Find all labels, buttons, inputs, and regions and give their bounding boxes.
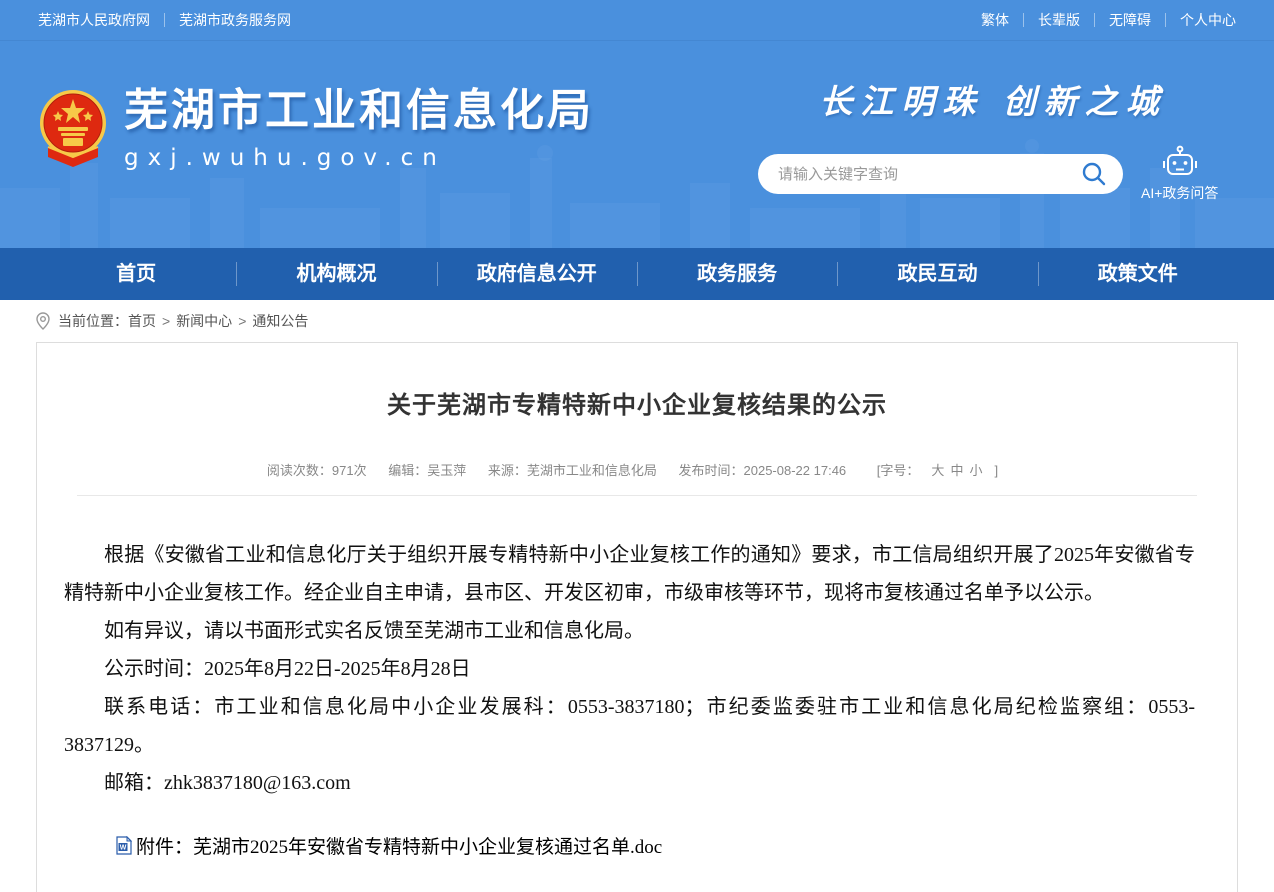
ai-qa-entry[interactable]: AI+政务问答 [1141,145,1218,203]
breadcrumb-news-center[interactable]: 新闻中心 [176,311,232,331]
attachment-label: 附件： [136,832,193,859]
search-row: AI+政务问答 [758,145,1228,203]
site-header: 芜湖市工业和信息化局 gxj.wuhu.gov.cn 长江明珠 创新之城 [0,40,1274,248]
article-panel: 关于芜湖市专精特新中小企业复核结果的公示 阅读次数：971次 编辑：吴玉萍 来源… [36,342,1238,892]
brand-text: 芜湖市工业和信息化局 gxj.wuhu.gov.cn [124,87,594,171]
meta-publish-time: 发布时间：2025-08-22 17:46 [679,463,847,478]
search-input[interactable] [778,166,1079,183]
meta-divider [77,495,1197,496]
site-name: 芜湖市工业和信息化局 [124,87,594,135]
attachment-file-link[interactable]: 芜湖市2025年安徽省专精特新中小企业复核通过名单.doc [193,832,662,859]
nav-item-gov-info-disclosure[interactable]: 政府信息公开 [437,248,637,300]
link-personal-center[interactable]: 个人中心 [1180,10,1236,30]
article-paragraph: 如有异议，请以书面形式实名反馈至芜湖市工业和信息化局。 [64,612,1195,650]
location-pin-icon [36,312,50,330]
divider [1023,13,1024,27]
site-domain: gxj.wuhu.gov.cn [124,145,594,171]
article-paragraph: 公示时间：2025年8月22日-2025年8月28日 [64,650,1195,688]
divider [1165,13,1166,27]
article-paragraph: 联系电话：市工业和信息化局中小企业发展科：0553-3837180；市纪委监委驻… [64,688,1195,764]
topbar-left-links: 芜湖市人民政府网 芜湖市政务服务网 [38,10,291,30]
font-size-small-button[interactable]: 小 [969,463,982,478]
link-elder-version[interactable]: 长辈版 [1038,10,1080,30]
search-icon [1081,161,1107,187]
font-size-large-button[interactable]: 大 [931,463,944,478]
city-slogan: 长江明珠 创新之城 [758,75,1228,123]
breadcrumb-separator: > [238,313,246,329]
nav-item-policy-documents[interactable]: 政策文件 [1038,248,1238,300]
nav-item-agency-overview[interactable]: 机构概况 [236,248,436,300]
divider [164,13,165,27]
font-size-medium-button[interactable]: 中 [950,463,963,478]
font-size-suffix: ] [994,463,998,478]
link-wuhu-service-site[interactable]: 芜湖市政务服务网 [179,10,291,30]
breadcrumb-separator: > [162,313,170,329]
breadcrumb-notices[interactable]: 通知公告 [252,311,308,331]
header-right: 长江明珠 创新之城 [758,75,1228,203]
link-traditional-chinese[interactable]: 繁体 [981,10,1009,30]
ai-qa-label: AI+政务问答 [1141,183,1218,203]
nav-item-home[interactable]: 首页 [36,248,236,300]
top-utility-bar: 芜湖市人民政府网 芜湖市政务服务网 繁体 长辈版 无障碍 个人中心 [0,0,1274,40]
link-wuhu-gov-site[interactable]: 芜湖市人民政府网 [38,10,150,30]
breadcrumb: 当前位置： 首页 > 新闻中心 > 通知公告 [0,300,1274,342]
meta-source: 来源：芜湖市工业和信息化局 [488,463,657,478]
topbar-right-links: 繁体 长辈版 无障碍 个人中心 [981,10,1236,30]
article-paragraph: 邮箱：zhk3837180@163.com [64,764,1195,802]
nav-item-public-interaction[interactable]: 政民互动 [837,248,1037,300]
link-accessibility[interactable]: 无障碍 [1109,10,1151,30]
font-size-prefix: [字号： [877,463,920,478]
article-title: 关于芜湖市专精特新中小企业复核结果的公示 [37,385,1237,420]
search-button[interactable] [1079,159,1109,189]
article-paragraph: 根据《安徽省工业和信息化厅关于组织开展专精特新中小企业复核工作的通知》要求，市工… [64,536,1195,612]
site-search[interactable] [758,154,1123,194]
robot-icon [1160,145,1200,179]
nav-item-gov-services[interactable]: 政务服务 [637,248,837,300]
site-brand[interactable]: 芜湖市工业和信息化局 gxj.wuhu.gov.cn [38,87,594,171]
meta-views: 阅读次数：971次 [267,463,367,478]
main-nav: 首页 机构概况 政府信息公开 政务服务 政民互动 政策文件 [0,248,1274,300]
attachment-row: W 附件： 芜湖市2025年安徽省专精特新中小企业复核通过名单.doc [64,832,1195,859]
meta-font-size-control: [字号： 大中小] [868,463,1007,478]
article-body: 根据《安徽省工业和信息化厅关于组织开展专精特新中小企业复核工作的通知》要求，市工… [64,536,1195,802]
national-emblem-icon [38,87,108,167]
meta-editor: 编辑：吴玉萍 [388,463,466,478]
breadcrumb-prefix: 当前位置： [58,311,128,331]
breadcrumb-home[interactable]: 首页 [128,311,156,331]
divider [1094,13,1095,27]
svg-text:W: W [120,845,127,852]
article-meta: 阅读次数：971次 编辑：吴玉萍 来源：芜湖市工业和信息化局 发布时间：2025… [37,460,1237,479]
word-doc-icon: W [116,836,132,855]
